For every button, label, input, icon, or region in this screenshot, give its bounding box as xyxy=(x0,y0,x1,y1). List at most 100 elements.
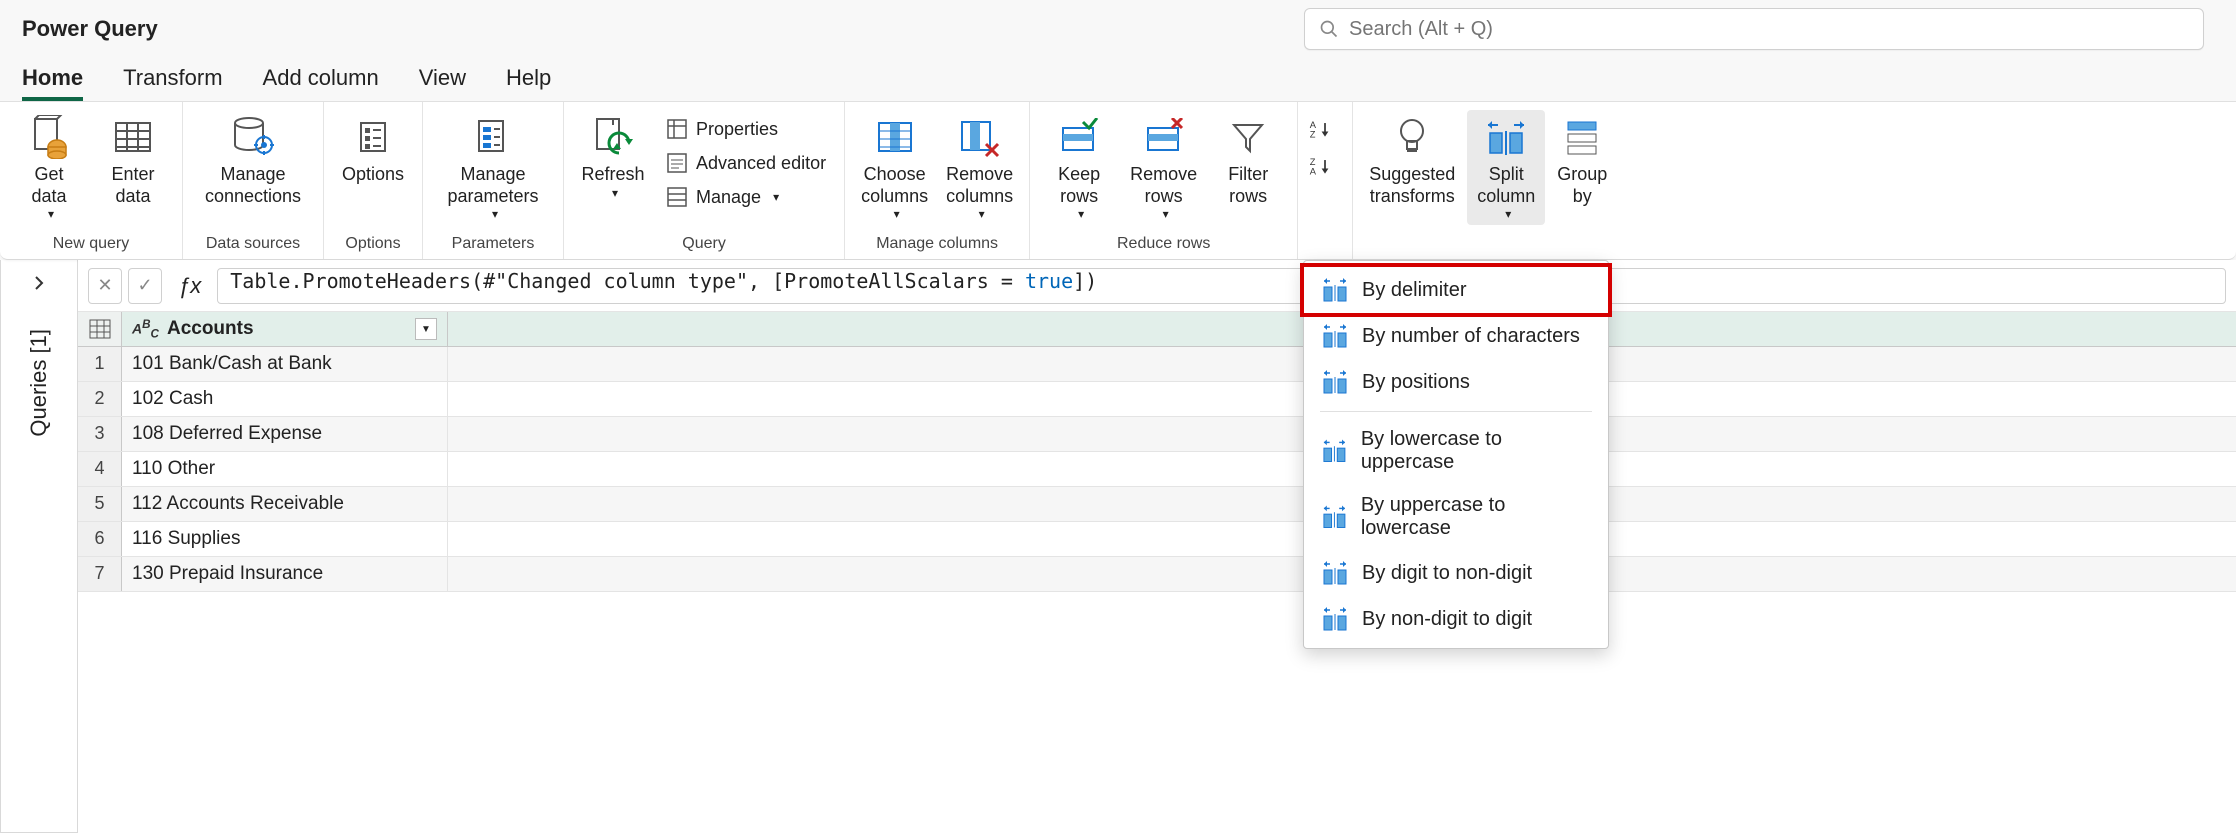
options-button[interactable]: Options xyxy=(334,110,412,190)
formula-input[interactable]: Table.PromoteHeaders(#"Changed column ty… xyxy=(217,268,2226,304)
group-by-button[interactable]: Group by xyxy=(1551,110,1613,211)
manage-connections-label: Manage connections xyxy=(205,164,301,207)
choose-columns-button[interactable]: Choose columns ▾ xyxy=(855,110,934,225)
row-number: 2 xyxy=(78,382,122,416)
cancel-formula-button[interactable]: ✕ xyxy=(88,268,122,304)
properties-label: Properties xyxy=(696,119,778,140)
manage-button[interactable]: Manage ▾ xyxy=(658,182,834,212)
grid-header: ABC Accounts ▼ xyxy=(78,312,2236,347)
advanced-editor-button[interactable]: Advanced editor xyxy=(658,148,834,178)
ribbon-group-transform: Suggested transforms Split column ▾ Grou… xyxy=(1353,102,1623,259)
column-header-label: Accounts xyxy=(167,318,254,340)
select-all-button[interactable] xyxy=(78,312,122,346)
cell[interactable]: 110 Other xyxy=(122,452,448,486)
search-input[interactable] xyxy=(1349,18,2189,41)
manage-parameters-button[interactable]: Manage parameters ▾ xyxy=(433,110,553,225)
table-icon xyxy=(89,319,111,339)
row-number: 3 xyxy=(78,417,122,451)
table-row[interactable]: 7130 Prepaid Insurance xyxy=(78,557,2236,592)
split-column-menu: By delimiter By number of characters By … xyxy=(1303,260,1609,649)
suggested-transforms-button[interactable]: Suggested transforms xyxy=(1363,110,1461,211)
filter-rows-button[interactable]: Filter rows xyxy=(1209,110,1287,211)
ribbon-group-query: Refresh ▾ Properties Advanced editor Man… xyxy=(564,102,845,259)
menu-by-positions[interactable]: By positions xyxy=(1304,359,1608,405)
properties-button[interactable]: Properties xyxy=(658,114,834,144)
ribbon-tabs: Home Transform Add column View Help xyxy=(0,58,2236,102)
table-row[interactable]: 2102 Cash xyxy=(78,382,2236,417)
ribbon: Get data ▾ Enter data New query Manage c… xyxy=(0,102,2236,260)
remove-rows-button[interactable]: Remove rows ▾ xyxy=(1124,110,1203,225)
chevron-down-icon: ▾ xyxy=(1163,207,1169,221)
keep-rows-label: Keep rows xyxy=(1058,164,1100,207)
column-header-accounts[interactable]: ABC Accounts ▼ xyxy=(122,312,448,346)
menu-by-nondigit-digit[interactable]: By non-digit to digit xyxy=(1304,596,1608,642)
chevron-down-icon: ▾ xyxy=(1078,207,1084,221)
menu-by-delimiter-label: By delimiter xyxy=(1362,279,1466,302)
group-label-transform xyxy=(1486,231,1490,259)
lightbulb-icon xyxy=(1395,117,1429,157)
refresh-icon xyxy=(591,115,635,159)
cell[interactable]: 116 Supplies xyxy=(122,522,448,556)
ribbon-group-parameters: Manage parameters ▾ Parameters xyxy=(423,102,564,259)
menu-by-upper-lower[interactable]: By uppercase to lowercase xyxy=(1304,484,1608,550)
row-number: 4 xyxy=(78,452,122,486)
formula-bar: ✕ ✓ ƒx Table.PromoteHeaders(#"Changed co… xyxy=(78,260,2236,312)
enter-data-button[interactable]: Enter data xyxy=(94,110,172,211)
choose-columns-label: Choose columns xyxy=(861,164,928,207)
cell[interactable]: 130 Prepaid Insurance xyxy=(122,557,448,591)
menu-by-delimiter[interactable]: By delimiter xyxy=(1304,267,1608,313)
manage-connections-button[interactable]: Manage connections xyxy=(193,110,313,211)
cell[interactable]: 102 Cash xyxy=(122,382,448,416)
tab-view[interactable]: View xyxy=(419,65,466,101)
chevron-down-icon: ▾ xyxy=(1505,207,1511,221)
cell[interactable]: 108 Deferred Expense xyxy=(122,417,448,451)
menu-by-digit-nondigit[interactable]: By digit to non-digit xyxy=(1304,550,1608,596)
ribbon-group-new-query: Get data ▾ Enter data New query xyxy=(0,102,183,259)
get-data-icon xyxy=(29,115,69,159)
sort-asc-button[interactable]: AZ xyxy=(1308,118,1342,143)
get-data-button[interactable]: Get data ▾ xyxy=(10,110,88,225)
keep-rows-button[interactable]: Keep rows ▾ xyxy=(1040,110,1118,225)
menu-by-lower-upper[interactable]: By lowercase to uppercase xyxy=(1304,418,1608,484)
tab-transform[interactable]: Transform xyxy=(123,65,222,101)
row-number: 6 xyxy=(78,522,122,556)
row-number: 1 xyxy=(78,347,122,381)
queries-label: Queries [1] xyxy=(26,329,52,437)
sort-desc-button[interactable]: ZA xyxy=(1308,155,1342,180)
tab-help[interactable]: Help xyxy=(506,65,551,101)
table-row[interactable]: 5112 Accounts Receivable xyxy=(78,487,2236,522)
accept-formula-button[interactable]: ✓ xyxy=(128,268,162,304)
remove-rows-label: Remove rows xyxy=(1130,164,1197,207)
sidebar-expand-button[interactable] xyxy=(30,260,48,309)
menu-by-number-chars[interactable]: By number of characters xyxy=(1304,313,1608,359)
split-icon xyxy=(1322,277,1348,303)
remove-columns-button[interactable]: Remove columns ▾ xyxy=(940,110,1019,225)
column-filter-button[interactable]: ▼ xyxy=(415,318,437,340)
table-row[interactable]: 4110 Other xyxy=(78,452,2236,487)
chevron-down-icon: ▾ xyxy=(612,186,618,200)
split-column-button[interactable]: Split column ▾ xyxy=(1467,110,1545,225)
choose-columns-icon xyxy=(875,117,915,157)
menu-by-upper-lower-label: By uppercase to lowercase xyxy=(1361,494,1590,540)
tab-add-column[interactable]: Add column xyxy=(263,65,379,101)
menu-by-number-chars-label: By number of characters xyxy=(1362,325,1580,348)
ribbon-group-options: Options Options xyxy=(324,102,423,259)
svg-text:Z: Z xyxy=(1310,157,1316,167)
options-icon xyxy=(355,119,391,155)
table-row[interactable]: 6116 Supplies xyxy=(78,522,2236,557)
tab-home[interactable]: Home xyxy=(22,65,83,101)
svg-text:A: A xyxy=(1310,167,1317,177)
split-icon xyxy=(1322,606,1348,632)
ribbon-group-manage-columns: Choose columns ▾ Remove columns ▾ Manage… xyxy=(845,102,1030,259)
table-row[interactable]: 1101 Bank/Cash at Bank xyxy=(78,347,2236,382)
ribbon-group-data-sources: Manage connections Data sources xyxy=(183,102,324,259)
refresh-button[interactable]: Refresh ▾ xyxy=(574,110,652,204)
menu-by-lower-upper-label: By lowercase to uppercase xyxy=(1361,428,1590,474)
group-by-icon xyxy=(1564,118,1600,156)
table-row[interactable]: 3108 Deferred Expense xyxy=(78,417,2236,452)
group-label-data-sources: Data sources xyxy=(206,231,300,259)
group-label-query: Query xyxy=(682,231,726,259)
search-box[interactable] xyxy=(1304,8,2204,50)
cell[interactable]: 101 Bank/Cash at Bank xyxy=(122,347,448,381)
cell[interactable]: 112 Accounts Receivable xyxy=(122,487,448,521)
